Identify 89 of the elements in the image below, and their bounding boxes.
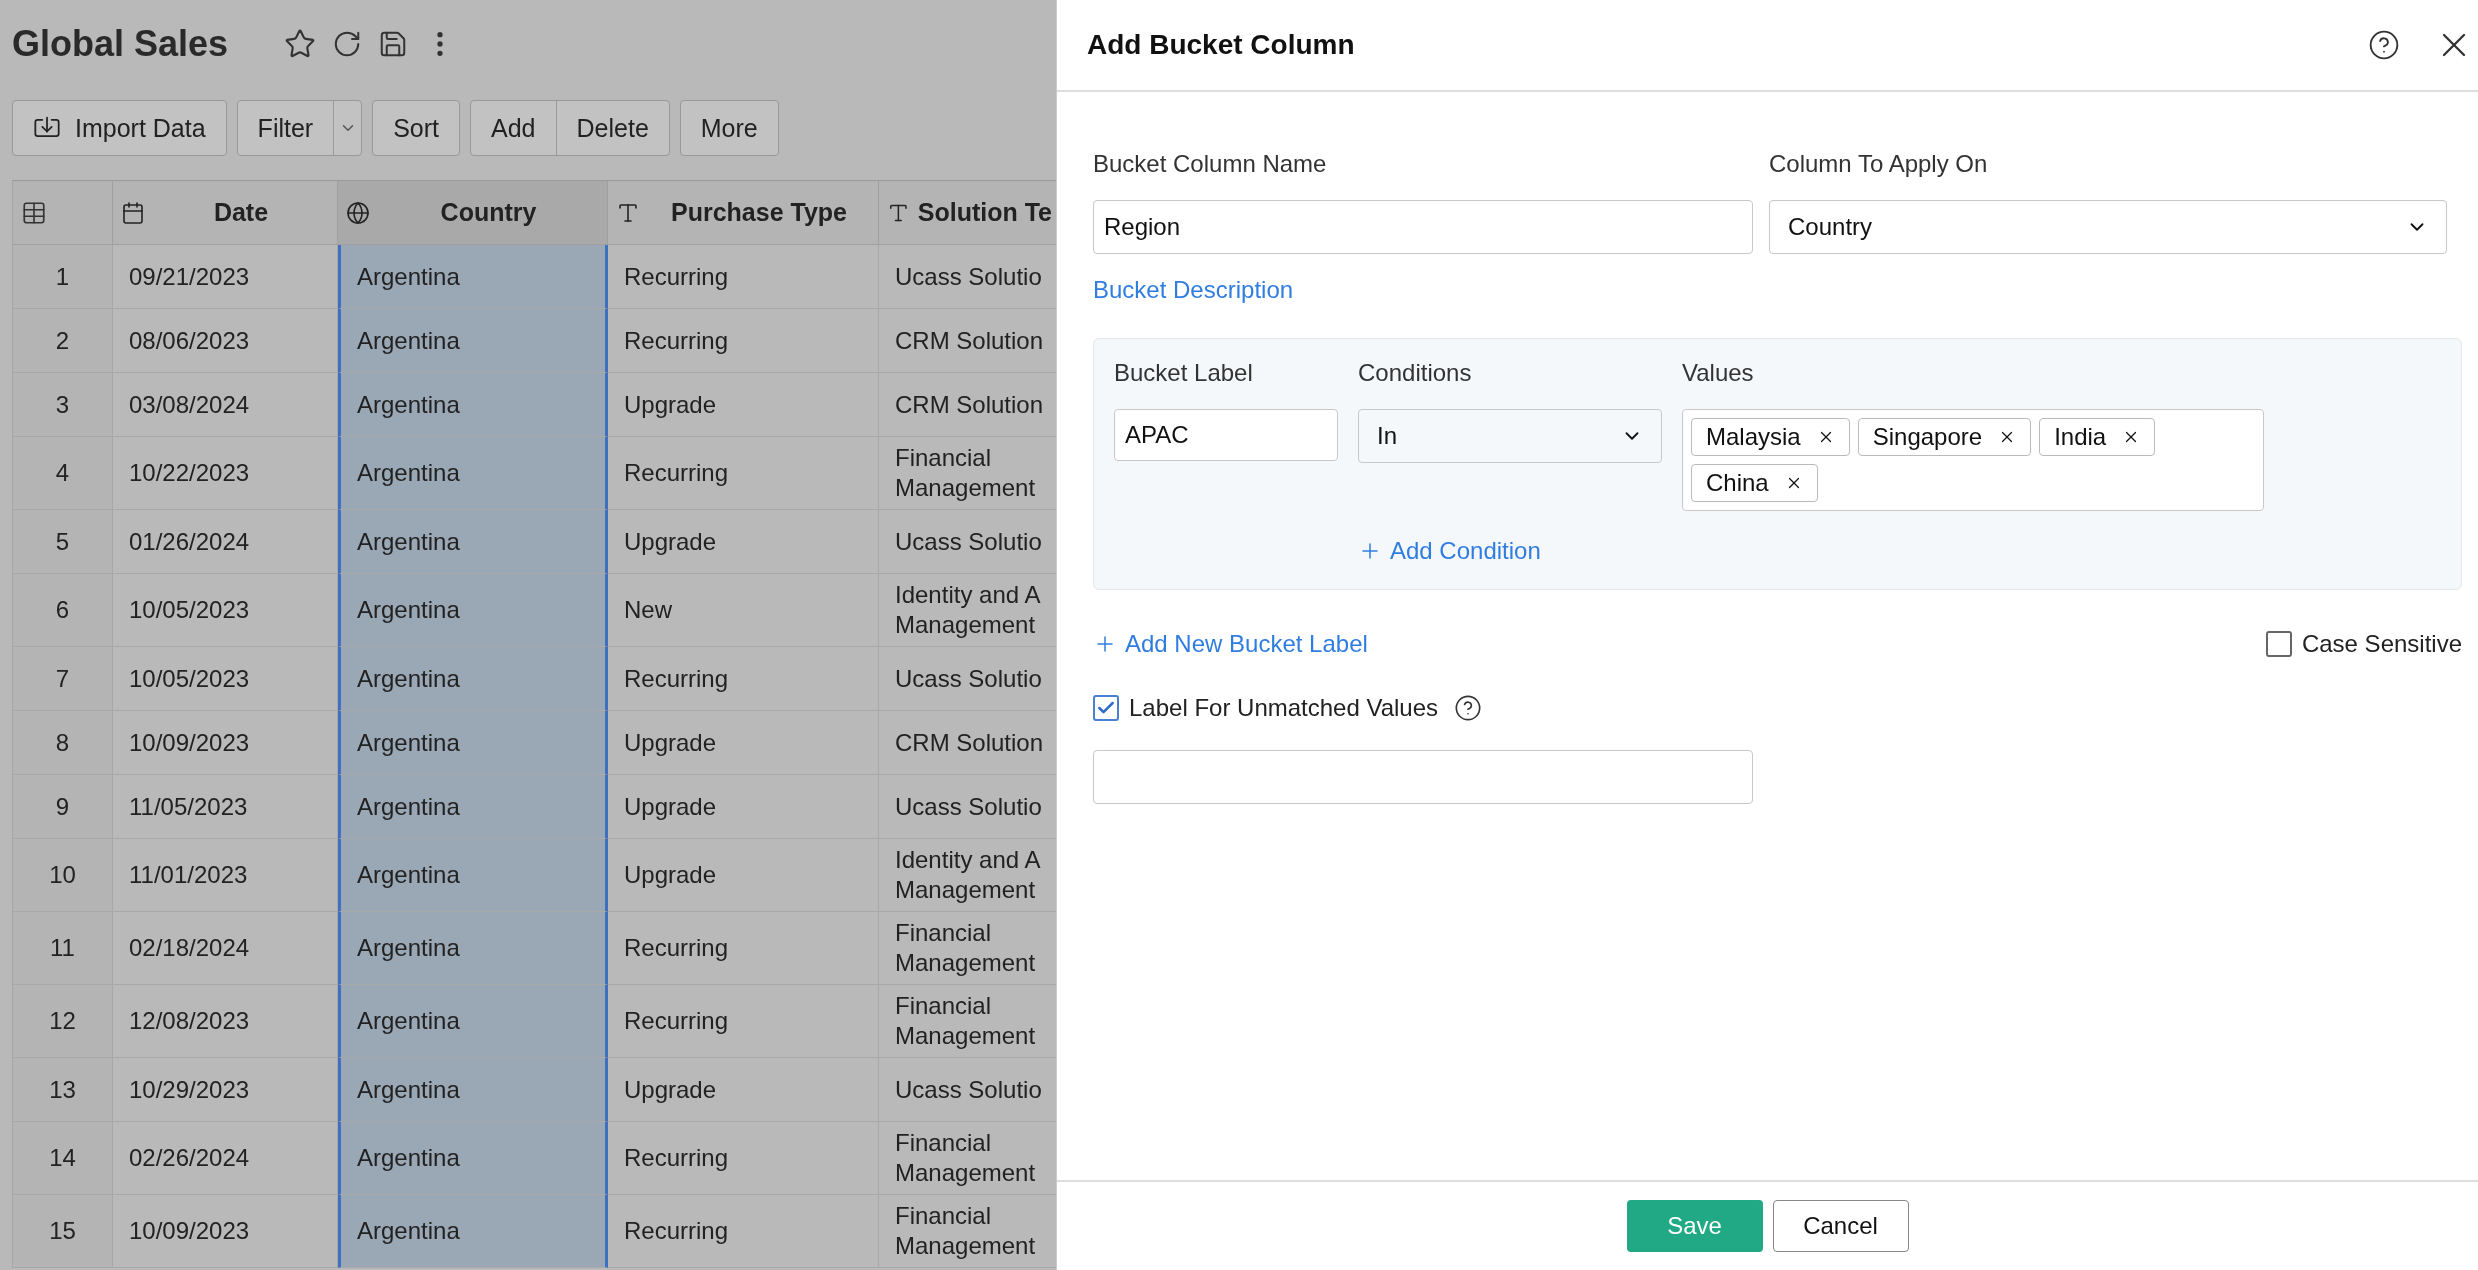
row-number: 4 — [13, 437, 113, 510]
table-cell: Recurring — [608, 647, 879, 711]
table-cell: Argentina — [338, 1058, 608, 1122]
values-field[interactable]: Malaysia Singapore India China — [1682, 409, 2264, 511]
select-field[interactable]: Country — [1769, 200, 2447, 254]
value-tag: Singapore — [1857, 418, 2032, 456]
row-number: 14 — [13, 1122, 113, 1195]
toolbar-button[interactable]: More — [680, 101, 778, 155]
table-cell: Recurring — [608, 1122, 879, 1195]
column-header[interactable]: Date — [113, 181, 338, 245]
table-cell: Argentina — [338, 985, 608, 1058]
add-label-link[interactable]: Add New Bucket Label — [1093, 630, 1368, 658]
table-cell: Argentina — [338, 245, 608, 309]
column-header-label: Solution Te — [917, 198, 1052, 227]
checkbox-label: Case Sensitive — [2301, 630, 2462, 658]
table-cell: Argentina — [338, 912, 608, 985]
row-number: 9 — [13, 775, 113, 839]
table-cell: Argentina — [338, 1122, 608, 1195]
help-icon[interactable] — [2368, 29, 2400, 61]
column-header-label: Country — [439, 198, 538, 227]
table-cell: Argentina — [338, 574, 608, 647]
column-header[interactable]: Purchase Type — [608, 181, 879, 245]
table-cell: Argentina — [338, 647, 608, 711]
value-tag: India — [2039, 418, 2156, 456]
column-header-label: Purchase Type — [670, 198, 848, 227]
table-cell: Argentina — [338, 309, 608, 373]
field-label: Column To Apply On — [1769, 150, 1989, 178]
table-cell: New — [608, 574, 879, 647]
calendar-icon — [121, 200, 145, 225]
table-cell: Upgrade — [608, 373, 879, 437]
globe-icon — [346, 200, 370, 225]
table-cell: Argentina — [338, 437, 608, 510]
row-number: 15 — [13, 1195, 113, 1268]
input-field[interactable]: Region — [1093, 200, 1753, 254]
row-number: 13 — [13, 1058, 113, 1122]
value-tag: Malaysia — [1691, 418, 1850, 456]
column-header[interactable]: Country — [338, 181, 608, 245]
cancel-button[interactable]: Cancel — [1772, 1200, 1909, 1252]
field-label: Values — [1682, 359, 1755, 387]
table-settings-icon[interactable] — [21, 199, 47, 226]
field-label: Bucket Column Name — [1093, 150, 1328, 178]
row-number: 1 — [13, 245, 113, 309]
table-cell: Argentina — [338, 510, 608, 574]
table-cell: Argentina — [338, 373, 608, 437]
row-number: 8 — [13, 711, 113, 775]
table-cell: Recurring — [608, 245, 879, 309]
table-cell: Recurring — [608, 912, 879, 985]
table-cell: Argentina — [338, 1195, 608, 1268]
table-cell: Argentina — [338, 711, 608, 775]
help-icon[interactable] — [1454, 694, 1483, 722]
row-number: 7 — [13, 647, 113, 711]
checkbox[interactable] — [2265, 631, 2292, 657]
input-field[interactable] — [1093, 750, 1753, 804]
star-icon[interactable] — [284, 28, 317, 60]
toolbar-button[interactable]: Add — [471, 101, 556, 155]
column-header[interactable]: Solution Te — [879, 181, 1056, 245]
table-cell: Upgrade — [608, 711, 879, 775]
row-number: 2 — [13, 309, 113, 373]
checkbox[interactable] — [1093, 695, 1119, 721]
page-title: Global Sales — [12, 23, 229, 65]
row-number: 3 — [13, 373, 113, 437]
table-cell: Upgrade — [608, 775, 879, 839]
table-cell: Recurring — [608, 309, 879, 373]
row-number: 10 — [13, 839, 113, 912]
add-condition-link[interactable]: Add Condition — [1358, 537, 1541, 565]
import-button[interactable]: Import Data — [13, 101, 226, 155]
checkbox-label: Label For Unmatched Values — [1129, 694, 1439, 722]
value-tag: China — [1691, 464, 1818, 502]
table-cell: Recurring — [608, 1195, 879, 1268]
select-field[interactable]: In — [1358, 409, 1662, 463]
row-number: 6 — [13, 574, 113, 647]
row-number: 11 — [13, 912, 113, 985]
table-cell: Recurring — [608, 437, 879, 510]
toolbar-button[interactable]: Delete — [555, 101, 669, 155]
column-header-label: Date — [212, 198, 270, 227]
input-field[interactable]: APAC — [1114, 409, 1338, 461]
table-cell: Argentina — [338, 839, 608, 912]
table-cell: Upgrade — [608, 839, 879, 912]
table-cell: Recurring — [608, 985, 879, 1058]
field-label: Bucket Label — [1114, 359, 1254, 387]
table-cell: Upgrade — [608, 1058, 879, 1122]
row-number: 5 — [13, 510, 113, 574]
field-label: Conditions — [1358, 359, 1473, 387]
description-link[interactable]: Bucket Description — [1093, 276, 1294, 304]
table-cell: Upgrade — [608, 510, 879, 574]
dialog-title: Add Bucket Column — [1087, 29, 1356, 61]
table-cell: Argentina — [338, 775, 608, 839]
toolbar-button[interactable]: Sort — [373, 101, 460, 155]
row-number: 12 — [13, 985, 113, 1058]
